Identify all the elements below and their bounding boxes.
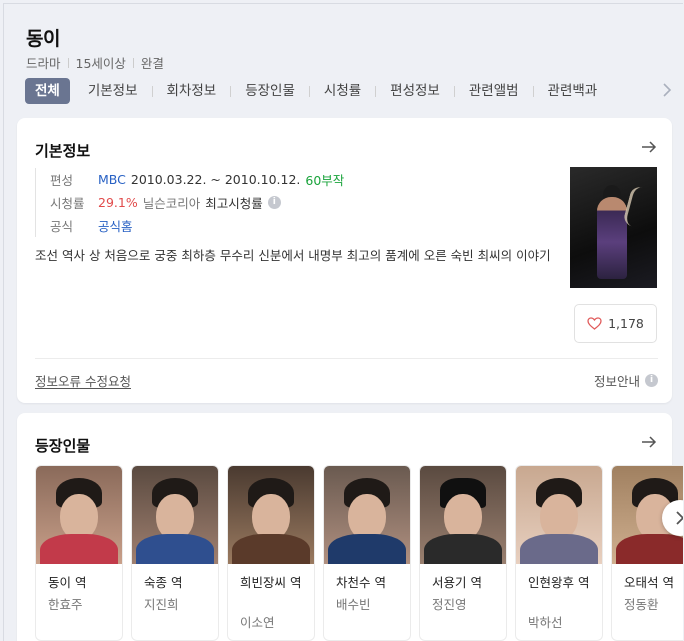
- tab-bar: 전체 기본정보 회차정보 등장인물 시청률 편성정보 관련앨범 관련백과: [25, 77, 607, 105]
- actor-photo: [228, 466, 314, 564]
- official-home-link[interactable]: 공식홈: [98, 216, 133, 235]
- cast-item[interactable]: 차천수 역 배수빈: [323, 465, 411, 641]
- cast-actor: 지진희: [144, 597, 179, 612]
- photo-robe: [616, 534, 683, 564]
- channel-link[interactable]: MBC: [98, 172, 126, 187]
- poster-figure: [597, 197, 627, 279]
- rating-label: 최고시청률: [205, 196, 263, 211]
- info-list: 편성 MBC 2010.03.22. ~ 2010.10.12. 60부작 시청…: [35, 168, 344, 237]
- tab-divider: [453, 85, 455, 97]
- tab-cast[interactable]: 등장인물: [235, 78, 305, 104]
- photo-robe: [232, 534, 310, 564]
- status-label: 완결: [140, 56, 164, 71]
- cast-title: 등장인물: [35, 437, 91, 455]
- tab-divider: [532, 85, 534, 97]
- photo-robe: [424, 534, 502, 564]
- cast-role: 오태석 역: [624, 575, 674, 590]
- tab-encyclopedia[interactable]: 관련백과: [538, 78, 608, 104]
- chevron-right-icon[interactable]: [658, 83, 676, 101]
- tab-albums[interactable]: 관련앨범: [459, 78, 529, 104]
- like-count: 1,178: [608, 316, 644, 331]
- genre-label: 드라마: [26, 56, 61, 71]
- official-row: 공식 공식홈: [50, 214, 344, 237]
- rating-key: 시청률: [50, 196, 85, 211]
- cast-role: 서용기 역: [432, 575, 482, 590]
- tab-divider: [308, 85, 310, 97]
- cast-item[interactable]: 오태석 역 정동환: [611, 465, 683, 641]
- info-icon[interactable]: i: [267, 196, 281, 209]
- photo-robe: [520, 534, 598, 564]
- heart-icon: [587, 317, 602, 330]
- cast-role: 동이 역: [48, 575, 87, 590]
- content-panel: 동이 드라마 15세이상 완결 전체 기본정보 회차정보 등장인물 시청률 편성…: [3, 3, 683, 641]
- photo-robe: [328, 534, 406, 564]
- cast-item[interactable]: 동이 역 한효주: [35, 465, 123, 641]
- tab-basic-info[interactable]: 기본정보: [78, 78, 148, 104]
- cast-role: 차천수 역: [336, 575, 386, 590]
- cast-role: 숙종 역: [144, 575, 183, 590]
- photo-robe: [136, 534, 214, 564]
- official-value: 공식홈: [98, 216, 133, 235]
- meta-divider: [132, 57, 134, 68]
- cast-role: 인현왕후 역: [528, 575, 590, 590]
- broadcast-period: 2010.03.22. ~ 2010.10.12.: [130, 172, 301, 187]
- cast-item[interactable]: 희빈장씨 역 이소연: [227, 465, 315, 641]
- age-rating-label: 15세이상: [75, 56, 126, 71]
- info-icon: i: [645, 374, 658, 387]
- cast-item[interactable]: 서용기 역 정진영: [419, 465, 507, 641]
- like-button[interactable]: 1,178: [574, 304, 657, 343]
- broadcast-key: 편성: [50, 173, 74, 188]
- tab-divider: [375, 85, 377, 97]
- rating-value: 29.1%: [98, 195, 138, 210]
- broadcast-row: 편성 MBC 2010.03.22. ~ 2010.10.12. 60부작: [50, 168, 344, 191]
- actor-photo: [516, 466, 602, 564]
- basic-info-title: 기본정보: [35, 142, 91, 160]
- tab-all[interactable]: 전체: [25, 78, 70, 104]
- cast-item[interactable]: 인현왕후 역 박하선: [515, 465, 603, 641]
- report-error-link[interactable]: 정보오류 수정요청: [35, 371, 131, 390]
- arrow-right-icon[interactable]: [640, 138, 658, 156]
- meta-line: 드라마 15세이상 완결: [26, 53, 164, 72]
- tab-ratings[interactable]: 시청률: [314, 78, 371, 104]
- cast-role: 희빈장씨 역: [240, 575, 302, 590]
- cast-actor: 이소연: [240, 615, 275, 630]
- rating-source: 닐슨코리아: [142, 196, 201, 211]
- actor-photo: [132, 466, 218, 564]
- poster-image[interactable]: [570, 167, 657, 288]
- synopsis: 조선 역사 상 처음으로 궁중 최하층 무수리 신분에서 내명부 최고의 품계에…: [35, 248, 551, 263]
- tab-schedule[interactable]: 편성정보: [380, 78, 450, 104]
- rating-value-group: 29.1% 닐슨코리아 최고시청률 i: [98, 193, 281, 212]
- basic-info-card: 기본정보 편성 MBC 2010.03.22. ~ 2010.10.12. 60…: [17, 118, 672, 403]
- actor-photo: [420, 466, 506, 564]
- episode-count[interactable]: 60부작: [305, 170, 344, 189]
- cast-actor: 박하선: [528, 615, 563, 630]
- info-guide-button[interactable]: 정보안내 i: [594, 371, 658, 390]
- cast-card: 등장인물 동이 역 한효주 숙종 역 지진희 희빈장씨 역 이소연 차천수 역 …: [17, 413, 683, 641]
- cast-actor: 정동환: [624, 597, 659, 612]
- actor-photo: [36, 466, 122, 564]
- rating-row: 시청률 29.1% 닐슨코리아 최고시청률 i: [50, 191, 344, 214]
- page-title: 동이: [26, 28, 60, 50]
- info-guide-label: 정보안내: [593, 374, 640, 389]
- meta-divider: [67, 57, 69, 68]
- cast-actor: 배수빈: [336, 597, 371, 612]
- cast-item[interactable]: 숙종 역 지진희: [131, 465, 219, 641]
- actor-photo: [324, 466, 410, 564]
- broadcast-value: MBC 2010.03.22. ~ 2010.10.12. 60부작: [98, 170, 344, 189]
- tab-divider: [230, 85, 232, 97]
- cast-list: 동이 역 한효주 숙종 역 지진희 희빈장씨 역 이소연 차천수 역 배수빈 서…: [35, 465, 683, 641]
- divider: [35, 358, 658, 359]
- cast-actor: 한효주: [48, 597, 83, 612]
- cast-actor: 정진영: [432, 597, 467, 612]
- official-key: 공식: [50, 219, 74, 234]
- photo-robe: [40, 534, 118, 564]
- poster-calligraphy: [622, 185, 652, 229]
- tab-episodes[interactable]: 회차정보: [157, 78, 227, 104]
- arrow-right-icon[interactable]: [640, 433, 658, 451]
- tab-divider: [151, 85, 153, 97]
